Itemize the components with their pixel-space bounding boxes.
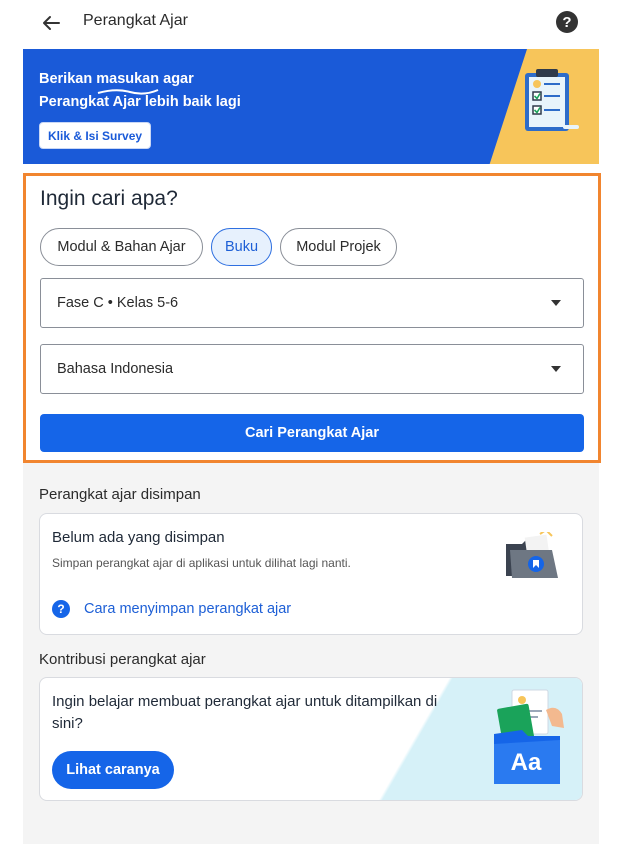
search-panel: Ingin cari apa? Modul & Bahan Ajar Buku … xyxy=(23,173,601,463)
chip-modul-bahan-ajar[interactable]: Modul & Bahan Ajar xyxy=(40,228,203,266)
survey-banner: Berikan masukan agar Perangkat Ajar lebi… xyxy=(23,49,599,164)
saved-card-title: Belum ada yang disimpan xyxy=(52,529,225,546)
phase-select-value: Fase C • Kelas 5-6 xyxy=(57,295,179,311)
see-how-button[interactable]: Lihat caranya xyxy=(52,751,174,789)
contribution-card-text: Ingin belajar membuat perangkat ajar unt… xyxy=(52,693,438,732)
saved-card: Belum ada yang disimpan Simpan perangkat… xyxy=(39,513,583,635)
subject-select[interactable]: Bahasa Indonesia xyxy=(40,344,584,394)
search-heading: Ingin cari apa? xyxy=(40,187,178,210)
subject-select-value: Bahasa Indonesia xyxy=(57,361,174,377)
how-to-save-link-text: Cara menyimpan perangkat ajar xyxy=(84,601,292,617)
content-section: Perangkat ajar disimpan Belum ada yang d… xyxy=(23,463,599,844)
question-circle-icon: ? xyxy=(52,600,70,618)
help-button[interactable]: ? xyxy=(556,11,578,33)
page-title: Perangkat Ajar xyxy=(83,12,188,29)
back-button[interactable] xyxy=(36,8,66,38)
clipboard-checklist-icon xyxy=(525,69,579,131)
survey-button[interactable]: Klik & Isi Survey xyxy=(39,122,152,149)
chip-modul-projek[interactable]: Modul Projek xyxy=(280,228,397,266)
banner-line1-after: agar xyxy=(159,71,194,87)
banner-underlined-word: masukan xyxy=(96,71,160,87)
how-to-save-link[interactable]: ? Cara menyimpan perangkat ajar xyxy=(52,600,291,618)
caret-down-icon xyxy=(551,300,561,306)
contribution-section-label: Kontribusi perangkat ajar xyxy=(39,651,206,668)
aa-text: Aa xyxy=(511,749,542,776)
question-circle-icon: ? xyxy=(562,13,572,31)
underline-swoosh-icon xyxy=(97,89,159,95)
saved-section-label: Perangkat ajar disimpan xyxy=(39,486,201,503)
arrow-left-icon xyxy=(43,16,60,30)
chip-buku[interactable]: Buku xyxy=(211,228,272,266)
banner-line1-before: Berikan xyxy=(39,71,97,87)
saved-card-subtitle: Simpan perangkat ajar di aplikasi untuk … xyxy=(52,556,351,570)
contribution-card: Ingin belajar membuat perangkat ajar unt… xyxy=(39,677,583,801)
phase-select[interactable]: Fase C • Kelas 5-6 xyxy=(40,278,584,328)
banner-text: Berikan masukan agar Perangkat Ajar lebi… xyxy=(39,68,241,114)
caret-down-icon xyxy=(551,366,561,372)
folder-bookmark-icon xyxy=(506,532,558,578)
top-bar: Perangkat Ajar ? xyxy=(0,0,627,46)
search-button[interactable]: Cari Perangkat Ajar xyxy=(40,414,584,452)
aa-document-icon: Aa xyxy=(494,689,564,784)
